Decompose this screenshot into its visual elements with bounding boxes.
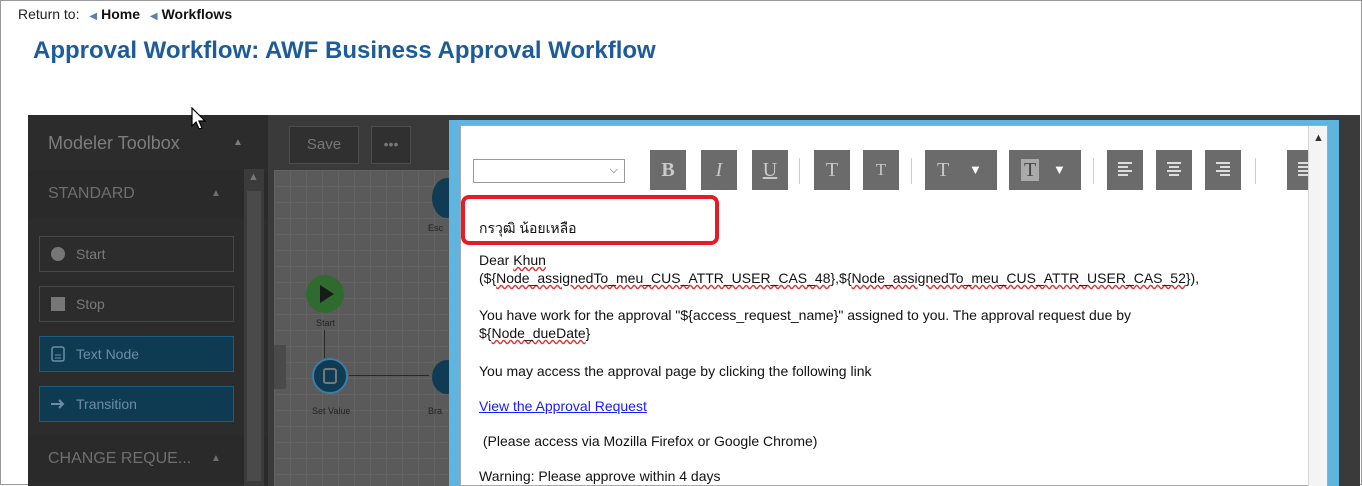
toolbox-item-text-node[interactable]: Text Node (39, 336, 234, 372)
greeting-variables-line: (${Node_assignedTo_meu_CUS_ATTR_USER_CAS… (479, 270, 1199, 286)
thai-name-text: กรวุฒิ น้อยเหลือ (479, 220, 577, 236)
caret-up-icon[interactable]: ▲ (233, 115, 243, 171)
toolbox-item-label: Transition (76, 396, 137, 412)
breadcrumb-arrow-icon: ◀ (89, 11, 98, 22)
more-button[interactable]: ••• (371, 126, 411, 164)
scroll-up-icon[interactable]: ▲ (1313, 132, 1324, 144)
canvas-collapse-handle[interactable] (274, 345, 286, 389)
gv-part: }), (1185, 270, 1200, 286)
square-icon (51, 297, 65, 311)
transition-line (324, 330, 325, 358)
toolbox-item-label: Text Node (76, 346, 140, 362)
set-value-label: Set Value (312, 406, 351, 416)
mouse-cursor-icon (191, 107, 207, 130)
email-editor-dialog: ⌵ B I U T T T ▼ T ▼ กรวุฒิ น้อยเหลือ Dea… (449, 120, 1339, 486)
arrow-right-icon (51, 399, 65, 409)
underline-button[interactable]: U (752, 150, 788, 190)
transition-line (349, 375, 429, 376)
editor-panel: ⌵ B I U T T T ▼ T ▼ กรวุฒิ น้อยเหลือ Dea… (460, 125, 1328, 486)
esc-node-label: Esc (428, 223, 444, 233)
gv-part: (${ (479, 270, 497, 286)
bra-node-label: Bra (428, 406, 443, 416)
start-node-label: Start (316, 318, 336, 328)
gv-node-2: Node_assignedTo_meu_CUS_ATTR_USER_CAS_52 (851, 270, 1186, 286)
align-center-icon (1167, 162, 1181, 176)
align-right-button[interactable] (1205, 150, 1241, 190)
work-line: You have work for the approval "${access… (479, 307, 1132, 323)
subscript-button[interactable]: T (863, 150, 899, 190)
section-change-request[interactable]: CHANGE REQUE... ▲ (28, 435, 268, 483)
italic-button[interactable]: I (701, 150, 737, 190)
breadcrumb-prefix: Return to: (18, 6, 80, 22)
circle-icon (51, 247, 65, 261)
due-date-line: ${Node_dueDate} (479, 325, 590, 341)
bold-button[interactable]: B (650, 150, 686, 190)
due-part: } (585, 325, 591, 341)
toolbox-scrollbar[interactable]: ▲ (244, 169, 264, 486)
caret-up-icon[interactable]: ▲ (211, 435, 221, 483)
due-node: Node_dueDate (491, 325, 586, 341)
scroll-up-icon[interactable]: ▲ (248, 171, 259, 183)
scrollbar-thumb[interactable] (247, 191, 261, 481)
gv-node-1: Node_assignedTo_meu_CUS_ATTR_USER_CAS_48 (496, 270, 831, 286)
bg-color-label: T (1021, 159, 1040, 181)
align-center-button[interactable] (1156, 150, 1192, 190)
greeting-text: Dear (479, 252, 514, 268)
set-value-node[interactable] (312, 358, 348, 394)
background-color-button[interactable]: T ▼ (1009, 150, 1081, 190)
toolbar-divider (1093, 158, 1094, 184)
page-title: Approval Workflow: AWF Business Approval… (33, 37, 656, 64)
text-color-button[interactable]: T ▼ (925, 150, 997, 190)
database-icon (323, 368, 337, 384)
toolbox-title: Modeler Toolbox (48, 133, 180, 153)
workflow-modeler: Modeler Toolbox ▲ STANDARD ▲ Start Stop … (28, 115, 1360, 486)
toolbar-divider (799, 158, 800, 184)
toolbar-divider (1255, 158, 1256, 184)
breadcrumb: Return to: ◀ Home ◀ Workflows (18, 6, 232, 22)
caret-down-icon[interactable]: ▼ (969, 150, 982, 190)
superscript-button[interactable]: T (814, 150, 850, 190)
start-node[interactable] (306, 275, 344, 313)
section-standard[interactable]: STANDARD ▲ (28, 170, 268, 218)
chevron-down-icon: ⌵ (609, 164, 618, 176)
save-button[interactable]: Save (289, 126, 359, 164)
approval-link[interactable]: View the Approval Request (479, 398, 647, 414)
caret-up-icon[interactable]: ▲ (211, 170, 221, 218)
section-standard-label: STANDARD (48, 185, 135, 202)
breadcrumb-home-link[interactable]: Home (101, 6, 140, 22)
breadcrumb-workflows-link[interactable]: Workflows (162, 6, 233, 22)
greeting-khun: Khun (513, 252, 546, 268)
due-part: ${ (479, 325, 492, 341)
caret-down-icon[interactable]: ▼ (1053, 150, 1066, 190)
toolbox-item-stop[interactable]: Stop (39, 286, 234, 322)
toolbox-item-label: Stop (76, 296, 105, 312)
text-color-label: T (937, 159, 950, 181)
browser-note: (Please access via Mozilla Firefox or Go… (479, 433, 818, 449)
access-line: You may access the approval page by clic… (479, 363, 872, 379)
toolbox-header[interactable]: Modeler Toolbox ▲ (28, 115, 268, 170)
align-left-icon (1118, 162, 1132, 176)
greeting-line: Dear Khun (479, 252, 546, 268)
toolbar-divider (911, 158, 912, 184)
modeler-canvas[interactable]: Start Set Value Esc Bra (274, 170, 462, 486)
breadcrumb-arrow-icon: ◀ (149, 11, 158, 22)
toolbox-item-transition[interactable]: Transition (39, 386, 234, 422)
gv-part: },${ (830, 270, 852, 286)
modeler-toolbox: Modeler Toolbox ▲ STANDARD ▲ Start Stop … (28, 115, 268, 486)
section-change-label: CHANGE REQUE... (48, 450, 192, 467)
document-icon (51, 346, 65, 362)
toolbox-item-label: Start (76, 246, 106, 262)
align-right-icon (1216, 162, 1230, 176)
warning-line: Warning: Please approve within 4 days (479, 468, 721, 484)
toolbox-item-start[interactable]: Start (39, 236, 234, 272)
font-select[interactable]: ⌵ (473, 159, 625, 183)
editor-scrollbar[interactable]: ▲ (1308, 126, 1327, 486)
align-left-button[interactable] (1107, 150, 1143, 190)
play-icon (320, 285, 334, 303)
